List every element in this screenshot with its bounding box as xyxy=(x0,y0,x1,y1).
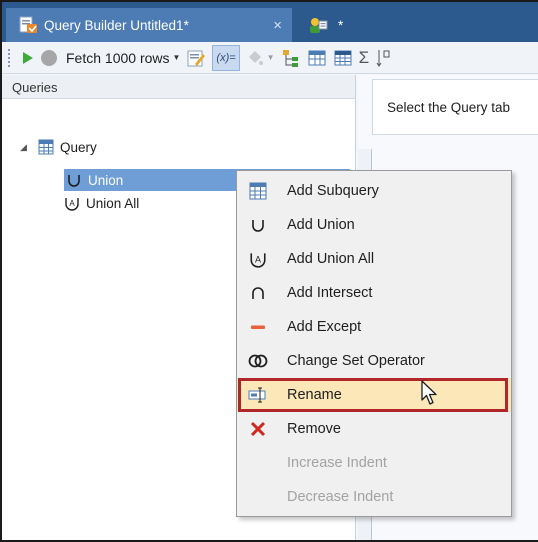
expand-arrow-icon[interactable]: ◢ xyxy=(20,142,38,153)
menu-item-add-union-all[interactable]: A Add Union All xyxy=(237,242,511,276)
fill-button[interactable]: ▼ xyxy=(246,45,275,71)
parameters-label: (x)= xyxy=(216,51,236,64)
tree-view-button[interactable] xyxy=(281,45,301,71)
fetch-rows-dropdown[interactable]: Fetch 1000 rows ▼ xyxy=(64,45,180,71)
close-icon[interactable]: × xyxy=(273,17,282,34)
menu-item-remove[interactable]: Remove xyxy=(237,412,511,446)
tree-node-label: Query xyxy=(60,139,97,155)
mouse-cursor-icon xyxy=(421,380,437,405)
remove-icon xyxy=(241,419,275,439)
query-table-icon xyxy=(38,139,54,155)
parameters-button[interactable]: (x)= xyxy=(212,44,240,71)
except-icon xyxy=(241,317,275,337)
edit-sql-button[interactable] xyxy=(186,45,206,71)
menu-item-add-union[interactable]: Add Union xyxy=(237,208,511,242)
execute-button[interactable] xyxy=(22,45,34,71)
edit-sql-icon xyxy=(187,50,206,66)
chevron-down-icon: ▼ xyxy=(172,53,181,62)
union-all-icon: A xyxy=(241,249,275,269)
menu-item-change-set-operator[interactable]: Change Set Operator xyxy=(237,344,511,378)
table-layout-icon xyxy=(308,50,326,65)
queries-panel-title: Queries xyxy=(2,75,355,99)
tab-label: * xyxy=(338,17,344,33)
menu-item-label: Add Union xyxy=(287,217,355,233)
stop-icon xyxy=(41,49,57,66)
union-all-icon: A xyxy=(65,198,79,211)
grid-icon xyxy=(334,50,352,65)
subquery-icon xyxy=(241,181,275,201)
stop-button[interactable] xyxy=(40,45,58,71)
menu-item-label: Change Set Operator xyxy=(287,353,425,369)
menu-item-label: Add Except xyxy=(287,319,362,335)
tree-node-label: Union xyxy=(88,172,124,188)
user-connection-icon xyxy=(310,18,328,33)
sort-icon xyxy=(376,49,390,67)
tab-label: Query Builder Untitled1* xyxy=(44,17,189,33)
intersect-icon xyxy=(241,283,275,303)
menu-item-label: Add Subquery xyxy=(287,183,379,199)
query-builder-icon xyxy=(19,16,37,33)
hint-message: Select the Query tab xyxy=(372,79,538,135)
menu-item-label: Increase Indent xyxy=(287,455,387,471)
grid-button[interactable] xyxy=(333,45,353,71)
menu-item-add-subquery[interactable]: Add Subquery xyxy=(237,174,511,208)
play-icon xyxy=(23,51,33,64)
menu-item-label: Add Intersect xyxy=(287,285,373,301)
tree-node-label: Union All xyxy=(86,195,140,211)
menu-item-decrease-indent: Decrease Indent xyxy=(237,480,511,514)
tree-node-query[interactable]: ◢ Query xyxy=(20,136,97,158)
menu-item-label: Decrease Indent xyxy=(287,489,394,505)
menu-item-label: Rename xyxy=(287,387,342,403)
tab-query-builder[interactable]: Query Builder Untitled1* × xyxy=(6,8,292,42)
paint-bucket-icon xyxy=(248,50,263,65)
rename-icon xyxy=(241,385,275,405)
svg-text:A: A xyxy=(69,199,75,208)
menu-item-increase-indent: Increase Indent xyxy=(237,446,511,480)
toolbar-grip[interactable] xyxy=(8,48,12,67)
sum-icon: Σ xyxy=(358,47,370,67)
svg-text:A: A xyxy=(255,254,261,264)
union-icon xyxy=(241,215,275,235)
union-icon xyxy=(68,175,80,187)
menu-item-rename[interactable]: Rename xyxy=(237,378,511,412)
menu-item-label: Remove xyxy=(287,421,341,437)
chevron-down-icon: ▼ xyxy=(266,53,275,62)
menu-item-add-intersect[interactable]: Add Intersect xyxy=(237,276,511,310)
query-builder-window: Query Builder Untitled1* × * Fetch 1000 … xyxy=(0,0,538,542)
aggregate-button[interactable]: Σ xyxy=(359,45,370,71)
toolbar: Fetch 1000 rows ▼ (x)= ▼ Σ xyxy=(2,42,538,74)
set-operator-icon xyxy=(241,351,275,371)
table-layout-button[interactable] xyxy=(307,45,327,71)
sort-button[interactable] xyxy=(375,45,391,71)
context-menu: Add Subquery Add Union A Add Union All A… xyxy=(236,170,512,517)
tab-connection[interactable]: * xyxy=(296,8,366,42)
menu-item-add-except[interactable]: Add Except xyxy=(237,310,511,344)
fetch-rows-label: Fetch 1000 rows xyxy=(66,49,170,66)
tree-node-union-all[interactable]: A Union All xyxy=(64,192,139,214)
tree-view-icon xyxy=(282,49,298,67)
document-tab-strip: Query Builder Untitled1* × * xyxy=(2,2,538,42)
menu-item-label: Add Union All xyxy=(287,251,375,267)
